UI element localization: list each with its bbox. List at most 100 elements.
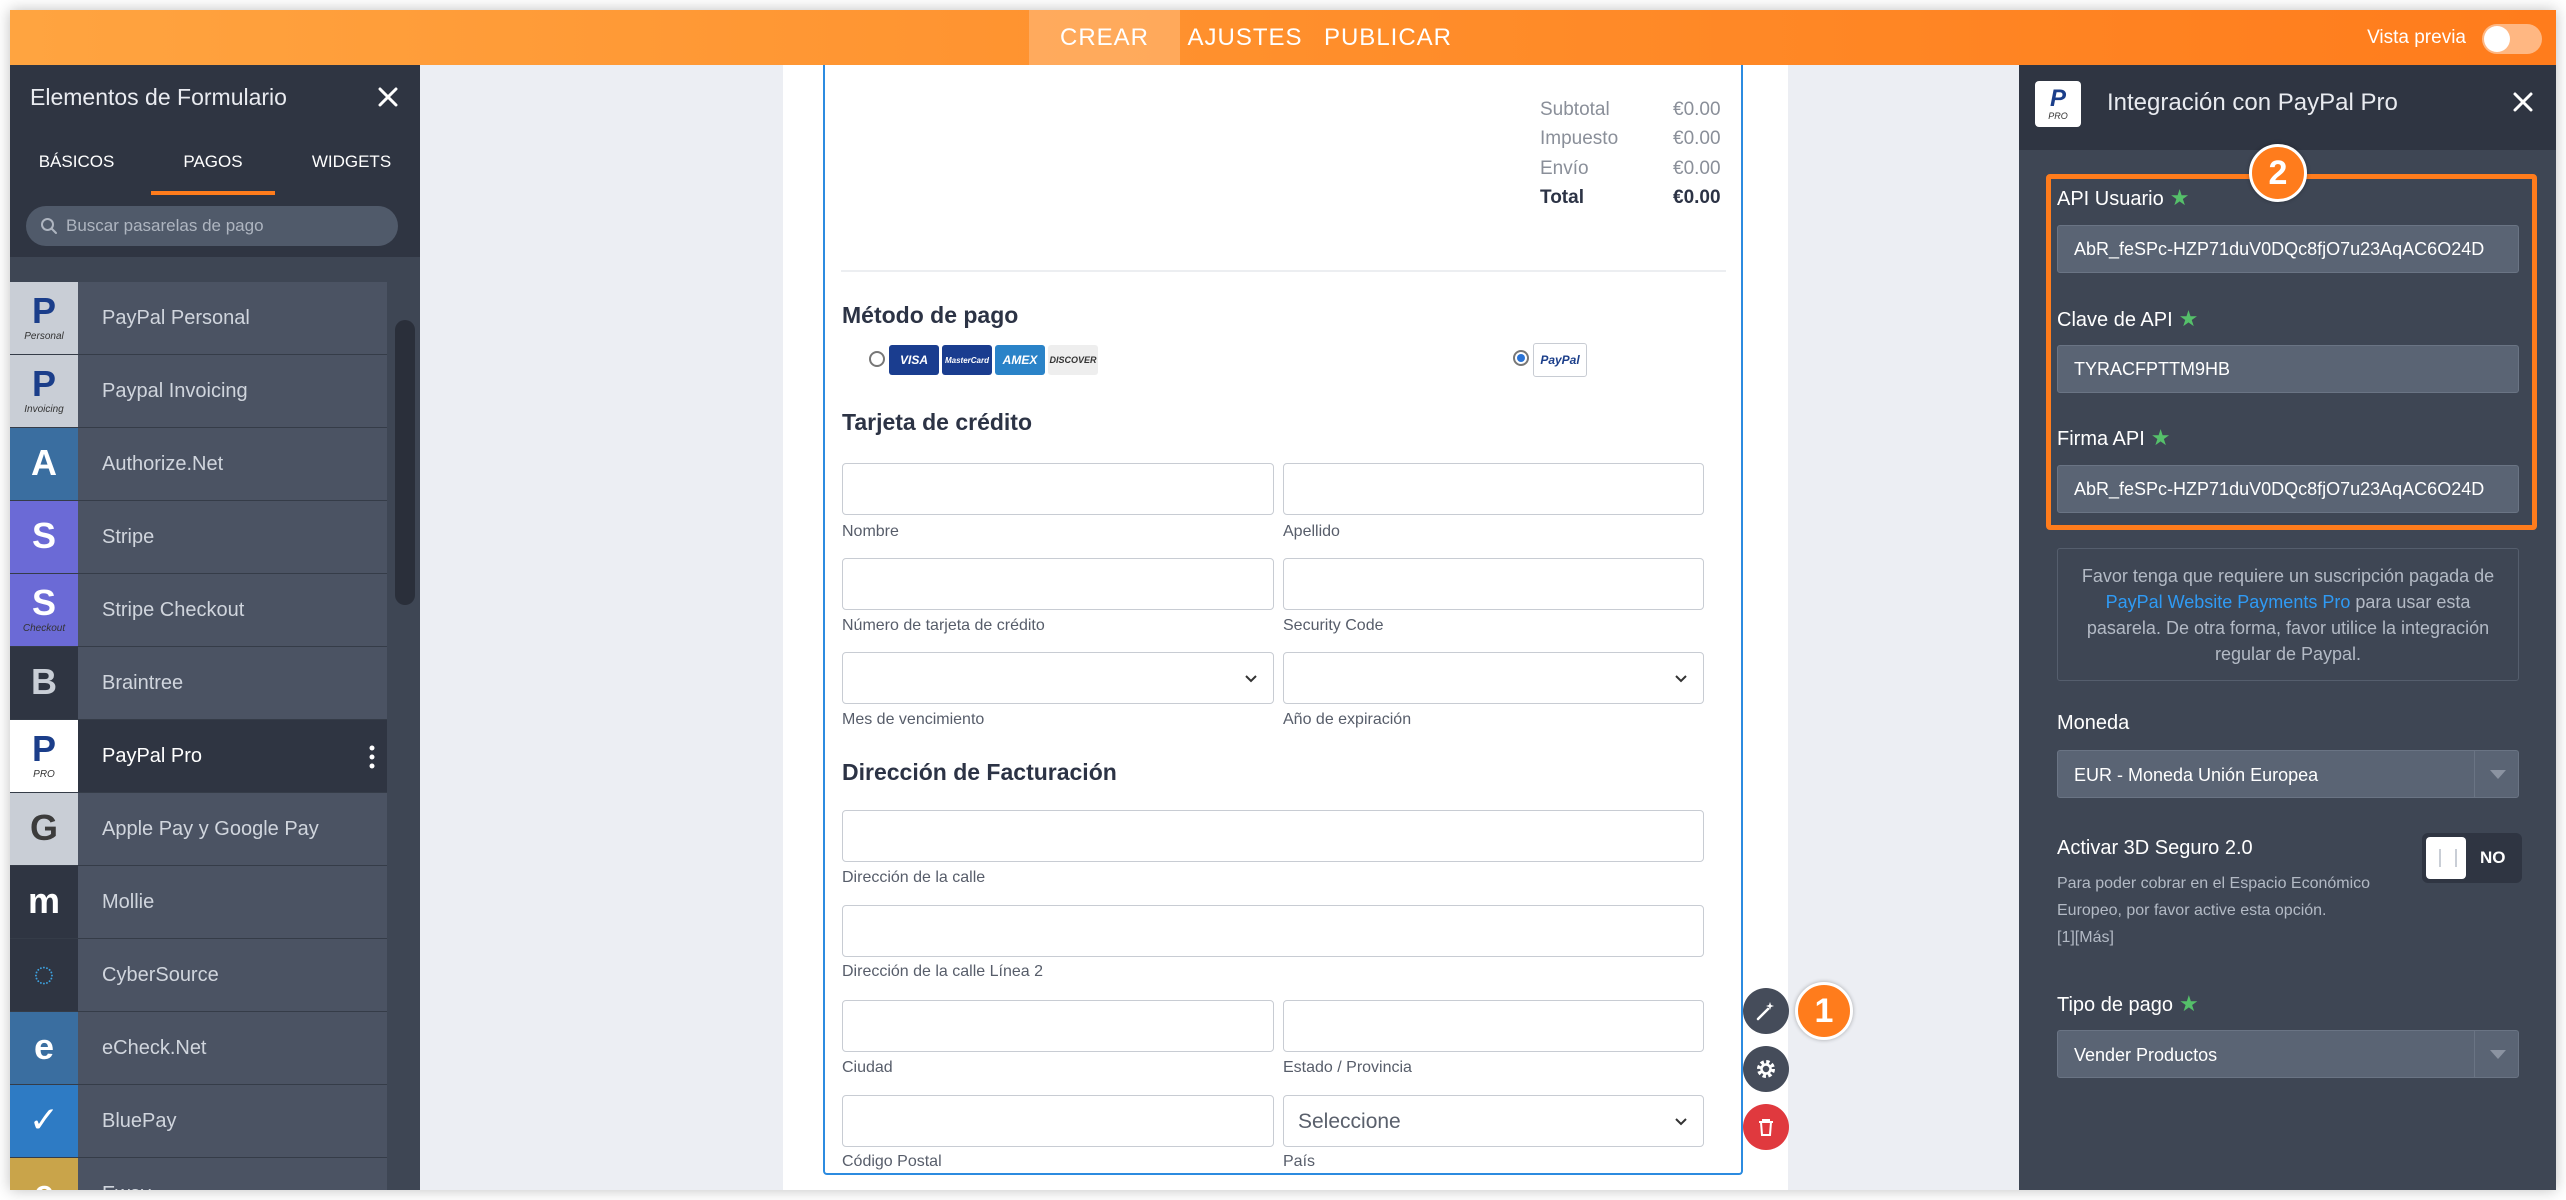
gateway-item[interactable]: e eCheck.Net — [10, 1012, 387, 1085]
braintree-icon: B — [10, 647, 78, 719]
form-canvas: Subtotal €0.00 Impuesto €0.00 Envío €0.0… — [783, 65, 1788, 1190]
tab-basicos[interactable]: BÁSICOS — [10, 129, 143, 195]
city-label: Ciudad — [842, 1059, 893, 1076]
step-badge-1: 1 — [1795, 982, 1853, 1040]
settings-title: Integración con PayPal Pro — [2107, 89, 2398, 116]
gateway-item[interactable]: P Personal PayPal Personal — [10, 282, 387, 355]
gateway-item-label: Stripe — [102, 526, 155, 548]
gateway-item[interactable]: B Braintree — [10, 647, 387, 720]
chevron-down-icon — [1245, 675, 1257, 683]
tab-publicar[interactable]: PUBLICAR — [1310, 10, 1466, 65]
gear-icon — [1757, 1060, 1775, 1078]
mastercard-logo: MasterCard — [942, 345, 992, 375]
gateway-item-label: Paypal Invoicing — [102, 380, 248, 402]
gateway-list: P Personal PayPal Personal P Invoicing Paypal… — [10, 282, 387, 1190]
chevron-down-icon — [1675, 1118, 1687, 1126]
city-field[interactable] — [842, 1000, 1274, 1052]
visa-logo: VISA — [889, 345, 939, 375]
kebab-menu-icon[interactable] — [367, 744, 377, 770]
state-label: Estado / Provincia — [1283, 1059, 1412, 1076]
toggle-knob — [2426, 837, 2466, 879]
card-payment-radio[interactable] — [869, 351, 885, 367]
wand-button[interactable] — [1743, 988, 1789, 1034]
summary-total-label: Total — [1540, 187, 1584, 208]
api-user-label: API Usuario ★ — [2057, 185, 2190, 210]
last-name-field[interactable] — [1283, 463, 1704, 515]
exp-year-select[interactable] — [1283, 652, 1704, 704]
close-icon[interactable] — [372, 81, 404, 113]
gateway-item[interactable]: e Eway — [10, 1158, 387, 1190]
gateway-item[interactable]: S Stripe — [10, 501, 387, 574]
api-key-input[interactable] — [2057, 345, 2519, 393]
apple-google-pay-icon: G — [10, 793, 78, 865]
close-icon[interactable] — [2508, 87, 2538, 117]
tab-crear[interactable]: CREAR — [1029, 10, 1180, 65]
delete-button[interactable] — [1743, 1104, 1789, 1150]
preview-toggle[interactable] — [2482, 24, 2542, 54]
secure-3d-toggle[interactable]: NO — [2422, 833, 2522, 883]
discover-logo: DISCOVER — [1048, 345, 1098, 375]
gateway-item[interactable]: A Authorize.Net — [10, 428, 387, 501]
gateway-list-scrollbar[interactable] — [387, 282, 420, 1190]
currency-select[interactable]: EUR - Moneda Unión Europea — [2057, 750, 2519, 798]
cybersource-icon: ◌ — [10, 939, 78, 1011]
settings-button[interactable] — [1743, 1046, 1789, 1092]
state-field[interactable] — [1283, 1000, 1704, 1052]
paypal-personal-icon: P Personal — [10, 282, 78, 354]
form-elements-title: Elementos de Formulario — [30, 84, 287, 110]
exp-month-select[interactable] — [842, 652, 1274, 704]
street2-field[interactable] — [842, 905, 1704, 957]
caret-down-icon — [2474, 1031, 2518, 1077]
country-label: País — [1283, 1153, 1316, 1170]
tab-pagos[interactable]: PAGOS — [143, 129, 283, 195]
gateway-item-label: eCheck.Net — [102, 1037, 207, 1059]
gateway-item-label: BluePay — [102, 1110, 177, 1132]
form-elements-panel: Elementos de Formulario BÁSICOS PAGOS WI… — [10, 65, 420, 1190]
api-signature-input[interactable] — [2057, 465, 2519, 513]
step-badge-2: 2 — [2249, 144, 2307, 202]
summary-divider — [841, 270, 1726, 272]
first-name-field[interactable] — [842, 463, 1274, 515]
caret-down-icon — [2474, 751, 2518, 797]
gateway-item[interactable]: ◌ CyberSource — [10, 939, 387, 1012]
summary-shipping-value: €0.00 — [1673, 158, 1721, 179]
stripe-icon: S — [10, 501, 78, 573]
card-number-field[interactable] — [842, 558, 1274, 610]
amex-logo: AMEX — [995, 345, 1045, 375]
paypal-payment-radio[interactable] — [1513, 350, 1529, 366]
currency-label: Moneda — [2057, 712, 2130, 734]
gateway-search-input[interactable] — [66, 206, 386, 246]
search-icon — [41, 218, 57, 234]
summary-tax-label: Impuesto — [1540, 128, 1619, 149]
tab-widgets[interactable]: WIDGETS — [283, 129, 420, 195]
magic-wand-icon — [1756, 1002, 1774, 1021]
summary-total-value: €0.00 — [1673, 187, 1721, 208]
trash-icon — [1759, 1119, 1773, 1136]
gateway-item[interactable]: S Checkout Stripe Checkout — [10, 574, 387, 647]
payment-type-label: Tipo de pago ★ — [2057, 991, 2199, 1016]
gateway-item[interactable]: G Apple Pay y Google Pay — [10, 793, 387, 866]
payment-type-select[interactable]: Vender Productos — [2057, 1030, 2519, 1078]
paypal-payments-pro-link[interactable]: PayPal Website Payments Pro — [2106, 592, 2351, 612]
paypal-logo: PayPal — [1533, 343, 1587, 377]
exp-month-label: Mes de vencimiento — [842, 711, 985, 728]
preview-label: Vista previa — [2367, 27, 2466, 48]
gateway-item[interactable]: P PRO PayPal Pro — [10, 720, 387, 793]
secure-3d-more-link[interactable]: [1][Más] — [2057, 924, 2407, 951]
chevron-down-icon — [1675, 675, 1687, 683]
street-field[interactable] — [842, 810, 1704, 862]
billing-address-title: Dirección de Facturación — [842, 759, 1117, 785]
card-number-label: Número de tarjeta de crédito — [842, 617, 1045, 634]
security-code-label: Security Code — [1283, 617, 1384, 634]
gateway-item[interactable]: P Invoicing Paypal Invoicing — [10, 355, 387, 428]
api-user-input[interactable] — [2057, 225, 2519, 273]
gateway-item[interactable]: m Mollie — [10, 866, 387, 939]
security-code-field[interactable] — [1283, 558, 1704, 610]
summary-subtotal-label: Subtotal — [1540, 99, 1610, 120]
payment-type-select-value: Vender Productos — [2074, 1045, 2218, 1065]
zip-field[interactable] — [842, 1095, 1274, 1147]
country-select[interactable]: Seleccione — [1283, 1095, 1704, 1147]
secure-3d-description: Para poder cobrar en el Espacio Económic… — [2057, 875, 2371, 919]
tab-ajustes[interactable]: AJUSTES — [1180, 10, 1310, 65]
gateway-item[interactable]: ✓ BluePay — [10, 1085, 387, 1158]
